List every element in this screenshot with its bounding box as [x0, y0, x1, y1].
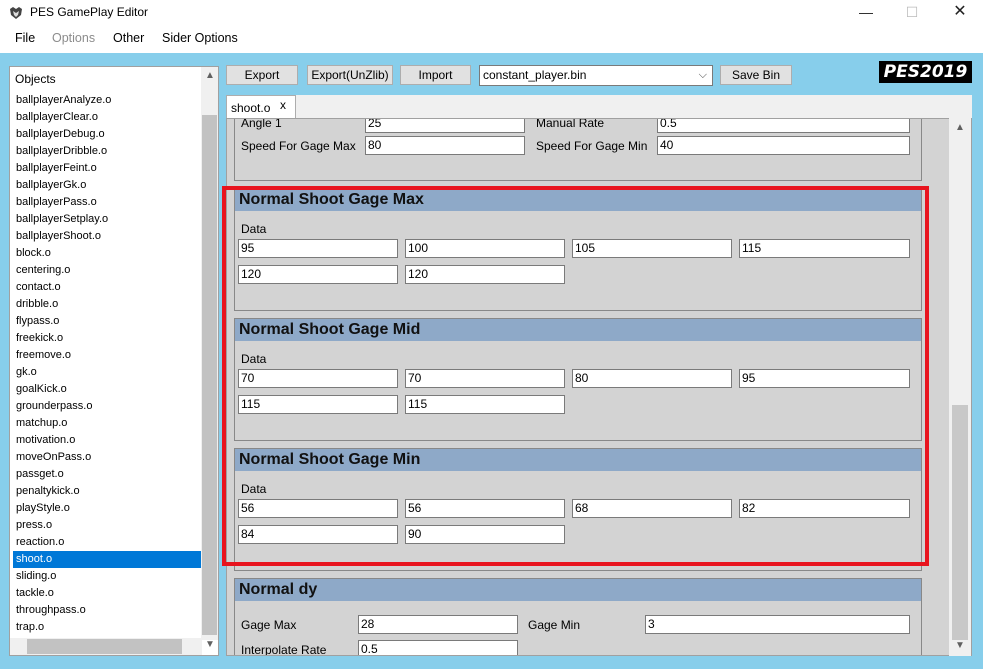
list-item[interactable]: flypass.o: [13, 313, 202, 330]
list-item[interactable]: centering.o: [13, 262, 202, 279]
group-normal-dy: Normal dy Gage Max 28 Gage Min 3 Interpo…: [234, 578, 922, 656]
list-item[interactable]: ballplayerAnalyze.o: [13, 92, 202, 109]
editor-vertical-scrollbar[interactable]: ▲ ▼: [949, 118, 971, 656]
objects-vertical-scrollbar[interactable]: ▲: [201, 67, 218, 640]
list-item[interactable]: playStyle.o: [13, 500, 202, 517]
speed-gage-max-label: Speed For Gage Max: [241, 139, 356, 153]
scroll-down-icon[interactable]: ▼: [955, 640, 965, 651]
list-item[interactable]: ballplayerFeint.o: [13, 160, 202, 177]
app-icon: [10, 7, 22, 19]
list-item[interactable]: sliding.o: [13, 568, 202, 585]
menu-sider-options[interactable]: Sider Options: [162, 31, 238, 45]
tab-strip: [226, 95, 972, 119]
list-item[interactable]: throughpass.o: [13, 602, 202, 619]
menu-file[interactable]: File: [15, 31, 35, 45]
menu-other[interactable]: Other: [113, 31, 144, 45]
window-title: PES GamePlay Editor: [30, 5, 149, 19]
angle-label: Angle 1: [241, 118, 282, 130]
list-item[interactable]: dribble.o: [13, 296, 202, 313]
objects-horizontal-scrollbar[interactable]: [10, 638, 202, 655]
group-title: Normal dy: [235, 579, 921, 601]
dy-gage-min-field[interactable]: 3: [645, 615, 910, 634]
tab-close-icon[interactable]: x: [280, 98, 286, 112]
scroll-thumb[interactable]: [27, 639, 182, 654]
list-item[interactable]: shoot.o: [13, 551, 202, 568]
angle-field[interactable]: 25: [365, 119, 525, 133]
export-button[interactable]: Export: [226, 65, 298, 85]
list-item[interactable]: trap.o: [13, 619, 202, 636]
list-item[interactable]: ballplayerDebug.o: [13, 126, 202, 143]
gage-max-label: Gage Max: [241, 618, 297, 632]
scroll-up-icon[interactable]: ▲: [955, 122, 965, 133]
group-speed: Angle 1 25 Manual Rate 0.5 Speed For Gag…: [234, 118, 922, 181]
scroll-up-icon[interactable]: ▲: [205, 70, 215, 81]
list-item[interactable]: reaction.o: [13, 534, 202, 551]
manual-rate-field[interactable]: 0.5: [657, 119, 910, 133]
gage-min-label: Gage Min: [528, 618, 581, 632]
list-item[interactable]: ballplayerDribble.o: [13, 143, 202, 160]
list-item[interactable]: freemove.o: [13, 347, 202, 364]
maximize-button[interactable]: ☐: [889, 0, 935, 26]
scroll-down-icon[interactable]: ▼: [205, 639, 215, 650]
list-item[interactable]: contact.o: [13, 279, 202, 296]
list-item[interactable]: motivation.o: [13, 432, 202, 449]
speed-gage-min-field[interactable]: 40: [657, 136, 910, 155]
minimize-button[interactable]: —: [843, 0, 889, 26]
list-item[interactable]: gk.o: [13, 364, 202, 381]
export-unzlib-button[interactable]: Export(UnZlib): [307, 65, 393, 85]
list-item[interactable]: ballplayerGk.o: [13, 177, 202, 194]
objects-listbox[interactable]: Objects ballplayerAnalyze.o ballplayerCle…: [9, 66, 219, 656]
list-item[interactable]: matchup.o: [13, 415, 202, 432]
import-button[interactable]: Import: [400, 65, 471, 85]
dy-gage-max-field[interactable]: 28: [358, 615, 518, 634]
file-select[interactable]: constant_player.bin ⌵: [479, 65, 713, 86]
list-item[interactable]: penaltykick.o: [13, 483, 202, 500]
chevron-down-icon: ⌵: [698, 69, 707, 81]
list-item[interactable]: passget.o: [13, 466, 202, 483]
speed-gage-min-label: Speed For Gage Min: [536, 139, 648, 153]
list-item[interactable]: block.o: [13, 245, 202, 262]
tab-shoot[interactable]: shoot.o x: [226, 95, 296, 119]
list-item[interactable]: tackle.o: [13, 585, 202, 602]
menu-bar: File Options Other Sider Options: [0, 28, 983, 50]
list-item[interactable]: freekick.o: [13, 330, 202, 347]
manual-rate-label: Manual Rate: [536, 118, 605, 130]
list-item[interactable]: ballplayerSetplay.o: [13, 211, 202, 228]
list-item[interactable]: goalKick.o: [13, 381, 202, 398]
interpolate-rate-field[interactable]: 0.5: [358, 640, 518, 655]
list-item[interactable]: ballplayerClear.o: [13, 109, 202, 126]
close-button[interactable]: ✕: [937, 0, 983, 26]
interpolate-rate-label: Interpolate Rate: [241, 643, 327, 656]
pes2019-logo: PES2019: [879, 61, 972, 83]
objects-header: Objects: [15, 72, 56, 86]
menu-options[interactable]: Options: [52, 31, 95, 45]
list-item[interactable]: ballplayerPass.o: [13, 194, 202, 211]
tab-label: shoot.o: [231, 101, 271, 115]
title-bar: PES GamePlay Editor — ☐ ✕: [0, 0, 983, 26]
list-item[interactable]: grounderpass.o: [13, 398, 202, 415]
file-select-value: constant_player.bin: [483, 68, 587, 82]
highlight-box: [222, 186, 929, 566]
save-bin-button[interactable]: Save Bin: [720, 65, 792, 85]
scroll-thumb[interactable]: [202, 115, 217, 635]
scroll-thumb[interactable]: [952, 405, 968, 640]
list-item[interactable]: ballplayerShoot.o: [13, 228, 202, 245]
list-item[interactable]: moveOnPass.o: [13, 449, 202, 466]
list-item[interactable]: press.o: [13, 517, 202, 534]
speed-gage-max-field[interactable]: 80: [365, 136, 525, 155]
